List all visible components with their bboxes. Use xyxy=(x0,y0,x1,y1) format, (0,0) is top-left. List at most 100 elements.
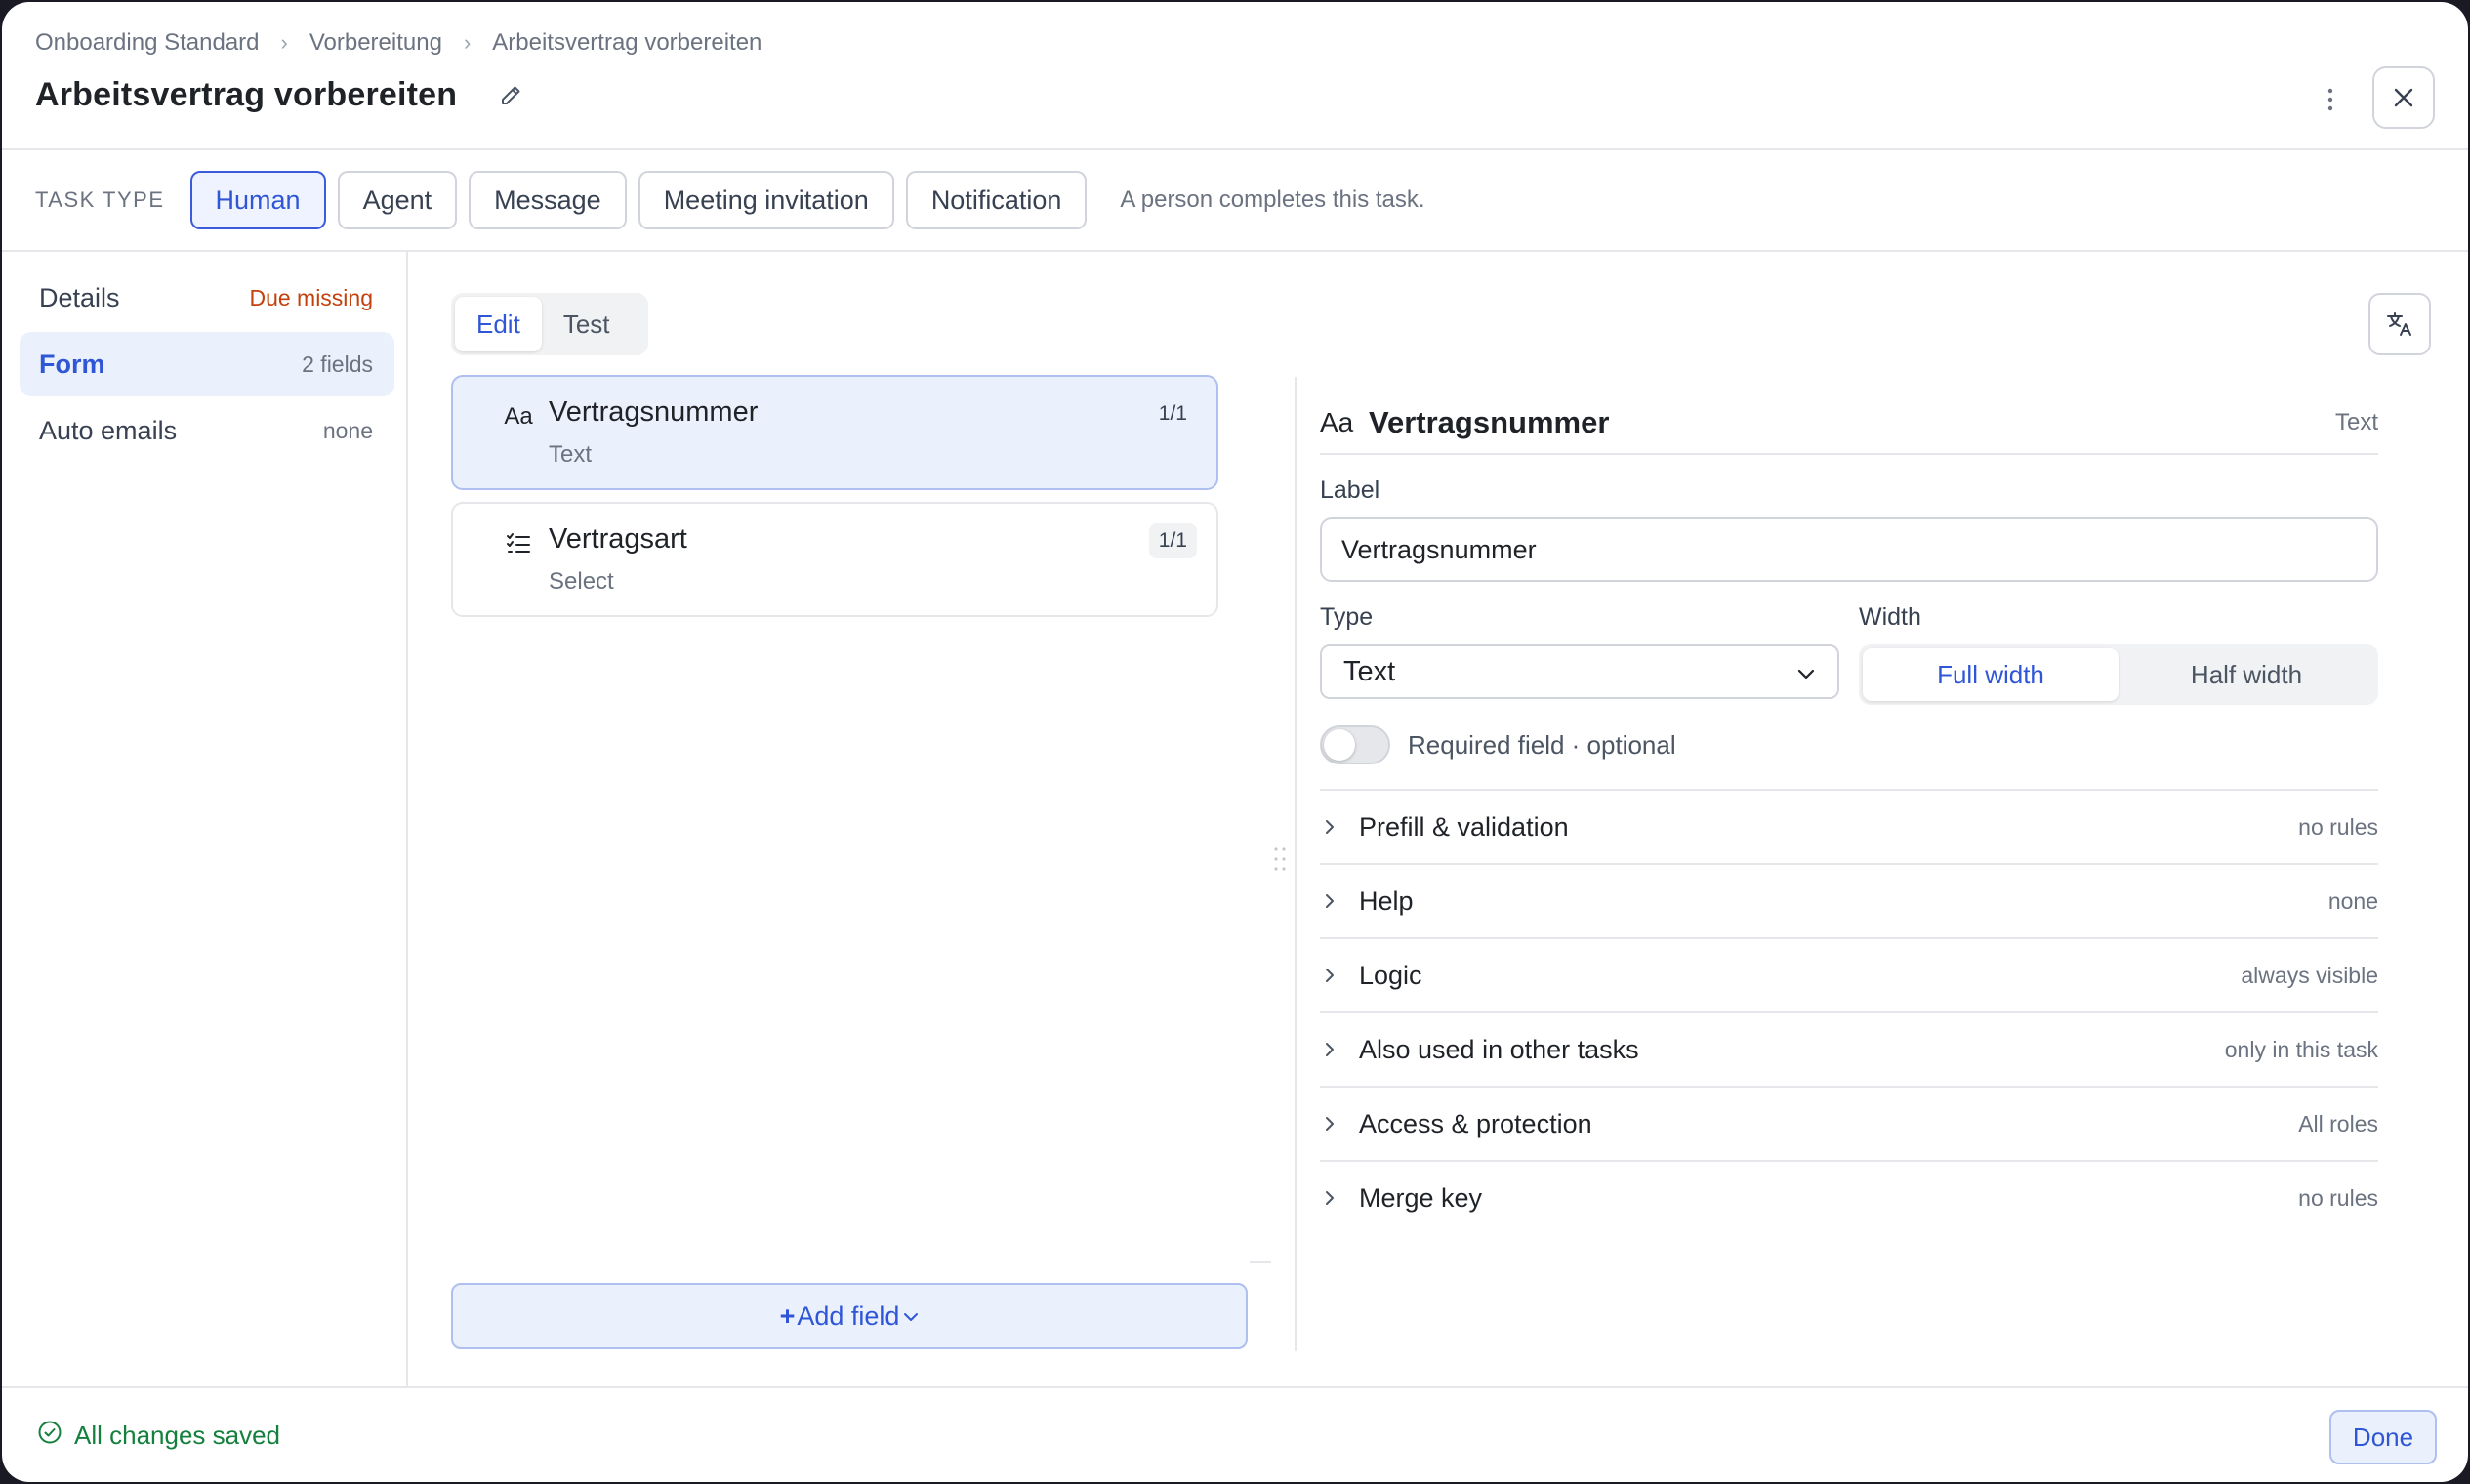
section-meta: All roles xyxy=(2298,1110,2378,1136)
tab-test[interactable]: Test xyxy=(542,297,632,351)
close-icon xyxy=(2394,88,2413,107)
chevron-right-icon xyxy=(1324,1115,1345,1133)
sidebar-item-label: Details xyxy=(39,282,120,312)
required-label: Required field · optional xyxy=(1408,729,1676,760)
section-meta: no rules xyxy=(2298,1184,2378,1211)
sidebar-item-status: Due missing xyxy=(249,284,373,310)
breadcrumb-item-process[interactable]: Onboarding Standard xyxy=(35,29,260,57)
width-option-full[interactable]: Full width xyxy=(1863,648,2119,701)
chevron-right-icon xyxy=(1324,818,1345,836)
section-help[interactable]: Help none xyxy=(1320,863,2378,937)
plus-icon: + xyxy=(779,1300,796,1331)
label-input[interactable]: Vertragsnummer xyxy=(1320,517,2378,582)
translate-icon xyxy=(2387,312,2411,336)
section-meta: none xyxy=(2327,887,2378,914)
task-editor-modal: Onboarding Standard › Vorbereitung › Arb… xyxy=(2,2,2468,1482)
breadcrumb-item-task: Arbeitsvertrag vorbereiten xyxy=(492,29,762,56)
add-field-button[interactable]: + Add field xyxy=(451,1283,1248,1349)
sidebar-item-details[interactable]: Details Due missing xyxy=(20,266,394,330)
chevron-right-icon xyxy=(1324,1189,1345,1207)
sidebar-item-label: Form xyxy=(39,349,105,379)
done-button[interactable]: Done xyxy=(2329,1410,2437,1464)
section-also-used[interactable]: Also used in other tasks only in this ta… xyxy=(1320,1011,2378,1086)
sidebar-item-count: 2 fields xyxy=(302,350,373,377)
section-label: Access & protection xyxy=(1359,1108,1592,1138)
field-type: Text xyxy=(549,441,593,468)
section-meta: only in this task xyxy=(2224,1036,2378,1062)
section-access-protection[interactable]: Access & protection All roles xyxy=(1320,1086,2378,1160)
field-usage-badge: 1/1 xyxy=(1148,523,1197,558)
task-type-message[interactable]: Message xyxy=(469,171,627,229)
section-label: Also used in other tasks xyxy=(1359,1034,1639,1064)
field-card-vertragsnummer[interactable]: Aa Vertragsnummer Text 1/1 xyxy=(451,375,1218,490)
sidebar: Details Due missing Form 2 fields Auto e… xyxy=(2,252,408,1388)
page-title: Arbeitsvertrag vorbereiten xyxy=(35,76,458,113)
field-usage-badge: 1/1 xyxy=(1158,402,1187,425)
field-type-badge: Text xyxy=(2334,409,2378,435)
close-button[interactable] xyxy=(2372,66,2435,129)
field-card-vertragsart[interactable]: Vertragsart Select 1/1 xyxy=(451,502,1218,617)
type-select-value: Text xyxy=(1343,655,1396,687)
section-label: Merge key xyxy=(1359,1182,1483,1213)
breadcrumb-item-phase[interactable]: Vorbereitung xyxy=(309,29,442,57)
resize-handle-icon[interactable] xyxy=(1273,845,1287,873)
type-select[interactable]: Text xyxy=(1320,644,1839,699)
width-option-half[interactable]: Half width xyxy=(2119,648,2374,701)
section-label: Logic xyxy=(1359,960,1422,990)
footer-divider xyxy=(2,1386,2468,1388)
sidebar-item-status: none xyxy=(322,417,373,443)
chevron-right-icon xyxy=(1324,892,1345,910)
chevron-down-icon xyxy=(1796,656,1816,688)
chevron-right-icon xyxy=(1324,1041,1345,1058)
breadcrumb: Onboarding Standard › Vorbereitung › Arb… xyxy=(35,29,762,57)
panel-divider xyxy=(1295,377,1297,1351)
field-name: Vertragsart xyxy=(549,523,687,555)
task-type-notification[interactable]: Notification xyxy=(905,171,1088,229)
section-logic[interactable]: Logic always visible xyxy=(1320,937,2378,1011)
section-label: Prefill & validation xyxy=(1359,811,1569,842)
chevron-down-icon xyxy=(903,1306,919,1327)
task-type-meeting-invitation[interactable]: Meeting invitation xyxy=(638,171,894,229)
chevron-right-icon: › xyxy=(280,30,288,55)
task-type-description: A person completes this task. xyxy=(1120,186,1425,213)
save-status: All changes saved xyxy=(37,1420,280,1452)
text-type-icon: Aa xyxy=(504,403,533,430)
label-heading: Label xyxy=(1320,476,1380,504)
add-field-label: Add field xyxy=(797,1300,900,1331)
type-heading: Type xyxy=(1320,603,1374,631)
required-field-row: Required field · optional xyxy=(1320,724,1676,765)
sidebar-item-auto-emails[interactable]: Auto emails none xyxy=(20,398,394,463)
tab-edit[interactable]: Edit xyxy=(455,297,542,351)
section-meta: no rules xyxy=(2298,813,2378,840)
divider xyxy=(1250,1261,1271,1263)
field-type: Select xyxy=(549,568,614,595)
sidebar-item-label: Auto emails xyxy=(39,415,178,445)
required-toggle[interactable] xyxy=(1320,725,1390,764)
toggle-knob xyxy=(1324,729,1355,761)
section-merge-key[interactable]: Merge key no rules xyxy=(1320,1160,2378,1234)
save-status-text: All changes saved xyxy=(74,1421,281,1450)
mode-tabs: Edit Test xyxy=(451,293,648,355)
task-type-human[interactable]: Human xyxy=(189,171,326,229)
checklist-type-icon xyxy=(502,527,535,560)
pencil-icon[interactable] xyxy=(496,81,525,110)
field-editor-header: Aa Vertragsnummer Text xyxy=(1320,392,2378,455)
field-editor-title: Vertragsnummer xyxy=(1369,405,1610,439)
width-toggle: Full width Half width xyxy=(1859,644,2378,705)
title-row: Arbeitsvertrag vorbereiten xyxy=(35,76,525,114)
section-meta: always visible xyxy=(2241,962,2378,988)
chevron-right-icon: › xyxy=(463,30,472,55)
translate-button[interactable] xyxy=(2368,293,2431,355)
section-label: Help xyxy=(1359,886,1414,916)
task-type-agent[interactable]: Agent xyxy=(337,171,458,229)
field-name: Vertragsnummer xyxy=(549,396,759,428)
text-type-icon: Aa xyxy=(1320,407,1354,437)
width-heading: Width xyxy=(1859,603,1921,631)
section-prefill-validation[interactable]: Prefill & validation no rules xyxy=(1320,789,2378,863)
more-options-icon[interactable] xyxy=(2316,80,2345,119)
task-type-bar: TASK TYPE Human Agent Message Meeting in… xyxy=(35,170,1425,230)
check-circle-icon xyxy=(37,1420,62,1452)
chevron-right-icon xyxy=(1324,967,1345,984)
task-type-label: TASK TYPE xyxy=(35,187,165,212)
sidebar-item-form[interactable]: Form 2 fields xyxy=(20,332,394,396)
